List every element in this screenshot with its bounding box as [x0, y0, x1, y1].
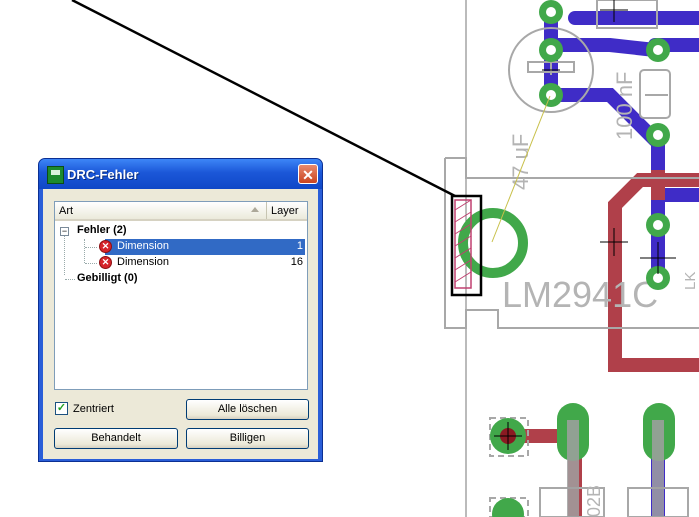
billigen-button[interactable]: Billigen	[186, 428, 309, 449]
eagle-app-icon	[47, 166, 64, 184]
error-icon: ✕	[99, 256, 112, 269]
error-1-label: Dimension	[117, 240, 169, 252]
dialog-body: Art Layer − Fehler (2) ✕ Dimension 1 ✕ D…	[43, 189, 318, 459]
tree-item-error-1[interactable]: ✕ Dimension 1	[55, 239, 307, 255]
dialog-title: DRC-Fehler	[67, 167, 139, 182]
bottom-part-label: 02B	[584, 485, 604, 517]
column-header-art[interactable]: Art	[55, 202, 267, 219]
error-2-label: Dimension	[117, 256, 169, 268]
sort-ascending-icon	[251, 207, 259, 212]
regulator-label: LM2941C	[502, 274, 658, 315]
cap-value2-label: 100 nF	[612, 72, 637, 141]
error-2-layer: 16	[290, 256, 303, 268]
drc-errors-dialog: DRC-Fehler ✕ Art Layer − Fehler (2) ✕ Di…	[38, 158, 323, 462]
regulator-short-label: LK	[682, 272, 699, 290]
error-icon: ✕	[99, 240, 112, 253]
tree-node-gebilligt[interactable]: Gebilligt (0)	[55, 271, 307, 287]
dialog-titlebar[interactable]: DRC-Fehler ✕	[39, 159, 322, 189]
collapse-icon[interactable]: −	[60, 227, 69, 236]
cap-value-label: 47 uF	[508, 134, 533, 190]
alle-loeschen-button[interactable]: Alle löschen	[186, 399, 309, 420]
tree-node-fehler[interactable]: − Fehler (2)	[55, 223, 307, 239]
error-list[interactable]: Art Layer − Fehler (2) ✕ Dimension 1 ✕ D…	[54, 201, 308, 390]
close-button[interactable]: ✕	[298, 164, 318, 184]
behandelt-button[interactable]: Behandelt	[54, 428, 178, 449]
tree-item-error-2[interactable]: ✕ Dimension 16	[55, 255, 307, 271]
error-1-layer: 1	[296, 240, 303, 252]
gebilligt-label: Gebilligt (0)	[77, 272, 138, 284]
list-header: Art Layer	[55, 202, 307, 221]
zentriert-checkbox[interactable]: ✓	[55, 402, 68, 415]
fehler-label: Fehler (2)	[77, 224, 127, 236]
zentriert-label[interactable]: Zentriert	[73, 403, 114, 415]
column-header-layer[interactable]: Layer	[271, 205, 299, 217]
column-art-label: Art	[59, 205, 74, 217]
